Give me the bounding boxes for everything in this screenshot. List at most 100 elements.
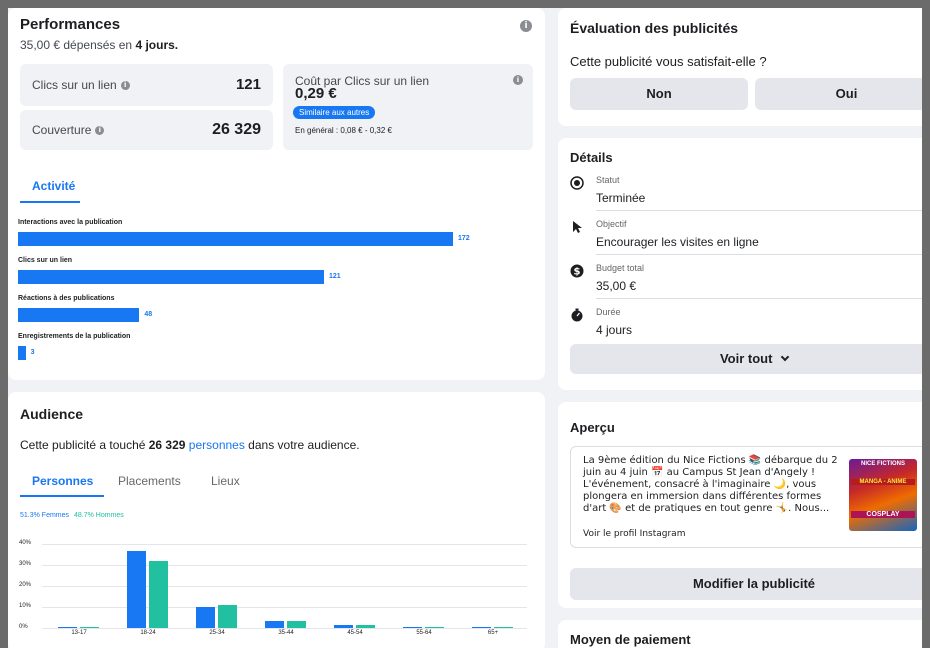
info-icon[interactable]: i — [520, 20, 532, 32]
similar-badge: Similaire aux autres — [293, 106, 376, 119]
ad-thumbnail: NICE FICTIONS MANGA - ANIME COSPLAY — [849, 459, 917, 531]
age-bar-femmes — [403, 626, 422, 628]
link-clicks-metric: Clics sur un lien i 121 — [20, 64, 273, 106]
see-all-label: Voir tout — [719, 351, 773, 366]
evaluation-question: Cette publicité vous satisfait-elle ? — [570, 54, 767, 69]
x-tick-label: 18-24 — [140, 630, 156, 636]
thumb-cosplay: COSPLAY — [851, 511, 915, 518]
divider — [596, 298, 922, 299]
no-button[interactable]: Non — [570, 78, 748, 110]
age-bar-hommes — [287, 620, 306, 628]
audience-card: Audience Cette publicité a touché 26 329… — [8, 392, 545, 648]
status-value: Terminée — [596, 191, 646, 205]
gridline — [42, 565, 527, 566]
payment-card: Moyen de paiement — [558, 620, 922, 648]
age-bar-femmes — [265, 620, 284, 628]
instagram-profile-link[interactable]: Voir le profil Instagram — [583, 529, 685, 539]
age-bar-hommes — [425, 626, 444, 628]
details-title: Détails — [570, 150, 613, 165]
details-card: Détails Statut Terminée Objectif Encoura… — [558, 138, 922, 390]
duration-value: 4 jours — [596, 323, 633, 337]
tab-activite[interactable]: Activité — [32, 179, 75, 193]
reach-metric: Couverture i 26 329 — [20, 110, 273, 150]
reach-value: 26 329 — [212, 121, 261, 138]
activity-bar-value: 121 — [329, 273, 341, 280]
tab-underline — [20, 201, 80, 203]
activity-bar-label: Enregistrements de la publication — [18, 333, 131, 340]
divider — [596, 254, 922, 255]
age-bar-femmes — [127, 551, 146, 628]
x-tick-label: 65+ — [487, 630, 499, 636]
activity-bar-value: 48 — [144, 311, 153, 318]
activity-bar-value: 172 — [458, 235, 470, 242]
spent-mid: dépensés en — [63, 38, 136, 52]
age-bar-femmes — [472, 626, 491, 628]
yes-button[interactable]: Oui — [755, 78, 922, 110]
svg-text:$: $ — [574, 267, 581, 278]
age-bar-hommes — [494, 626, 513, 628]
spent-summary: 35,00 € dépensés en 4 jours. — [20, 38, 178, 52]
info-icon[interactable]: i — [95, 126, 105, 136]
objective-label: Objectif — [596, 219, 627, 229]
ads-manager-frame: Performances 35,00 € dépensés en 4 jours… — [8, 8, 922, 648]
age-bar-hommes — [80, 626, 99, 628]
y-tick-label: 30% — [19, 561, 32, 567]
age-bar-femmes — [334, 625, 353, 628]
x-tick-label: 45-54 — [347, 630, 363, 636]
activity-bar-label: Réactions à des publications — [18, 295, 115, 302]
y-tick-label: 40% — [19, 540, 32, 546]
payment-title: Moyen de paiement — [570, 632, 691, 647]
budget-value: 35,00 € — [596, 279, 637, 293]
activity-bar-label: Interactions avec la publication — [18, 219, 123, 226]
activity-bar-label: Clics sur un lien — [18, 257, 73, 264]
y-tick-label: 10% — [19, 603, 32, 609]
spent-days: 4 jours. — [135, 38, 179, 52]
dollar-icon: $ — [570, 264, 584, 278]
x-tick-label: 55-64 — [416, 630, 432, 636]
thumb-title: NICE FICTIONS — [860, 461, 905, 467]
see-all-button[interactable]: Voir tout — [570, 344, 922, 374]
cost-value: 0,29 € — [295, 85, 337, 102]
activity-bar-value: 3 — [30, 349, 35, 356]
x-tick-label: 35-44 — [278, 630, 294, 636]
link-clicks-label: Clics sur un lien — [32, 78, 117, 92]
duration-label: Durée — [596, 307, 621, 317]
preview-card: Aperçu La 9ème édition du Nice Fictions … — [558, 402, 922, 608]
objective-value: Encourager les visites en ligne — [596, 235, 759, 249]
edit-ad-button[interactable]: Modifier la publicité — [570, 568, 922, 600]
status-icon — [570, 176, 584, 190]
activity-bar — [18, 346, 26, 360]
ad-text: La 9ème édition du Nice Fictions 📚 débar… — [583, 455, 838, 514]
activity-bar — [18, 308, 140, 322]
budget-label: Budget total — [596, 263, 645, 273]
age-bar-hommes — [149, 560, 168, 628]
evaluation-card: Évaluation des publicités Cette publicit… — [558, 8, 922, 126]
link-clicks-value: 121 — [235, 76, 261, 93]
reach-label: Couverture — [32, 123, 92, 137]
gridline — [42, 544, 527, 545]
activity-bar — [18, 232, 453, 246]
info-icon[interactable]: i — [513, 75, 523, 85]
divider — [596, 210, 922, 211]
spent-amount: 35,00 € — [20, 38, 64, 52]
thumb-manga: MANGA - ANIME — [851, 479, 915, 485]
preview-title: Aperçu — [570, 420, 615, 435]
cost-metric: Coût par Clics sur un lien i 0,29 € Simi… — [283, 64, 533, 150]
evaluation-title: Évaluation des publicités — [570, 20, 739, 36]
cost-range: En général : 0,08 € - 0,32 € — [295, 126, 392, 135]
gridline — [42, 586, 527, 587]
cursor-icon — [573, 221, 582, 233]
chevron-down-icon — [780, 352, 790, 362]
status-label: Statut — [596, 175, 620, 185]
ad-preview-box: La 9ème édition du Nice Fictions 📚 débar… — [570, 446, 922, 548]
age-bar-femmes — [58, 626, 77, 628]
info-icon[interactable]: i — [120, 81, 130, 91]
x-tick-label: 25-34 — [209, 630, 225, 636]
age-bar-hommes — [218, 604, 237, 628]
y-tick-label: 0% — [19, 624, 28, 630]
gridline — [42, 628, 527, 629]
age-gender-chart: 40% 30% 20% 10% 0% 13-17 18-24 25-34 35-44 45-54 5… — [8, 392, 545, 648]
y-tick-label: 20% — [19, 582, 32, 588]
performance-card: Performances 35,00 € dépensés en 4 jours… — [8, 8, 545, 380]
activity-bar — [18, 270, 325, 284]
